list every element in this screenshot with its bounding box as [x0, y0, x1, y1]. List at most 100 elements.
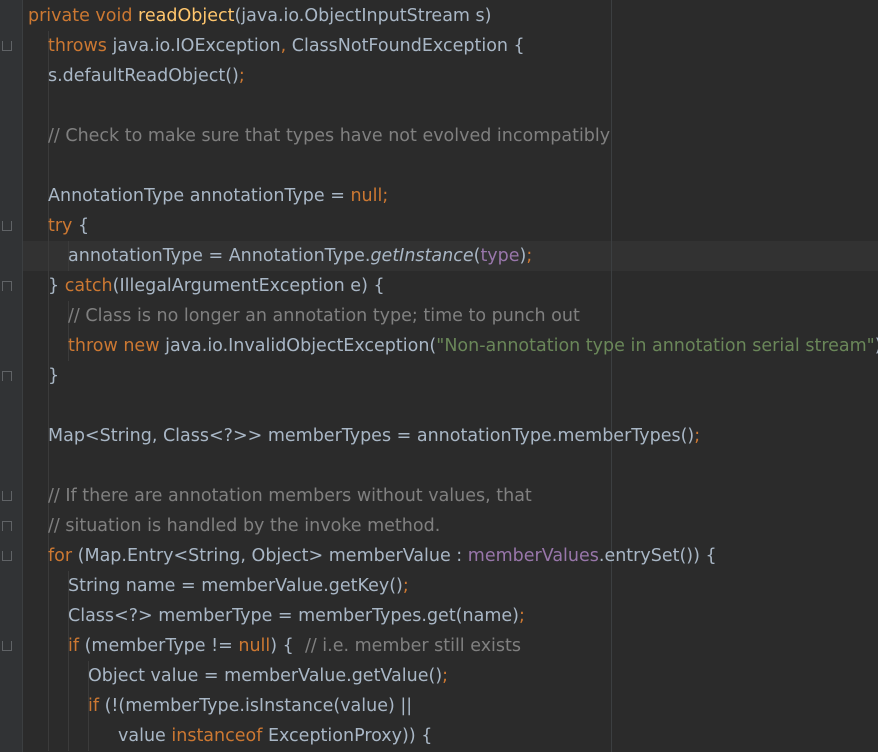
code-token: (IllegalArgumentException e) { — [112, 276, 385, 296]
fold-marker-icon[interactable] — [2, 551, 12, 561]
code-token: getInstance — [370, 246, 474, 266]
code-text: if (memberType != null) { // i.e. member… — [68, 631, 521, 661]
code-line[interactable]: Map<String, Class<?>> memberTypes = anno… — [0, 421, 878, 451]
code-token: Class<?> memberType = memberTypes.get(na… — [68, 606, 519, 626]
code-token: // Class is no longer an annotation type… — [68, 306, 580, 326]
indent-guide — [48, 241, 49, 271]
code-token: null — [238, 636, 271, 656]
code-line[interactable]: annotationType = AnnotationType.getInsta… — [0, 241, 878, 271]
code-line[interactable]: try { — [0, 211, 878, 241]
indent-guide — [48, 601, 49, 631]
code-token: // i.e. member still exists — [304, 636, 522, 656]
code-text: for (Map.Entry<String, Object> memberVal… — [48, 541, 717, 571]
code-line[interactable]: private void readObject(java.io.ObjectIn… — [0, 1, 878, 31]
code-token: ; — [238, 66, 245, 86]
code-text: AnnotationType annotationType = null; — [48, 181, 388, 211]
indent-guide — [48, 691, 49, 721]
code-text: String name = memberValue.getKey(); — [68, 571, 409, 601]
code-text: } — [48, 361, 59, 391]
indent-guide — [88, 721, 89, 751]
code-text: annotationType = AnnotationType.getInsta… — [68, 241, 532, 271]
indent-guide — [48, 661, 49, 691]
code-text: try { — [48, 211, 89, 241]
code-token: // Check to make sure that types have no… — [48, 126, 611, 146]
code-token: "Non-annotation type in annotation seria… — [436, 336, 875, 356]
code-text: if (!(memberType.isInstance(value) || — [88, 691, 412, 721]
code-line[interactable] — [0, 391, 878, 421]
code-text: value instanceof ExceptionProxy)) { — [118, 721, 432, 751]
code-line[interactable]: // Check to make sure that types have no… — [0, 121, 878, 151]
code-token: if — [88, 696, 105, 716]
indent-guide — [48, 451, 49, 481]
indent-guide — [48, 391, 49, 421]
code-text: s.defaultReadObject(); — [48, 61, 245, 91]
code-token: ; — [694, 426, 701, 446]
code-token: Object value = memberValue.getValue() — [88, 666, 443, 686]
code-token: java.io.IOException — [112, 36, 281, 56]
code-line[interactable]: if (memberType != null) { // i.e. member… — [0, 631, 878, 661]
code-token: , — [280, 36, 292, 56]
indent-guide — [48, 301, 49, 331]
code-text: } catch(IllegalArgumentException e) { — [48, 271, 385, 301]
code-token: ClassNotFoundException { — [291, 36, 525, 56]
code-token: AnnotationType annotationType = — [48, 186, 351, 206]
code-token: null; — [350, 186, 389, 206]
code-token: } — [48, 366, 60, 386]
code-line[interactable]: for (Map.Entry<String, Object> memberVal… — [0, 541, 878, 571]
indent-guide — [48, 721, 49, 751]
fold-marker-icon[interactable] — [2, 641, 12, 651]
code-token: { — [77, 216, 90, 236]
code-line[interactable]: throws java.io.IOException, ClassNotFoun… — [0, 31, 878, 61]
code-token: ; — [402, 576, 409, 596]
indent-guide — [68, 721, 69, 751]
code-line[interactable]: } catch(IllegalArgumentException e) { — [0, 271, 878, 301]
code-token: Map<String, Class<?>> memberTypes = anno… — [48, 426, 695, 446]
fold-marker-icon[interactable] — [2, 371, 12, 381]
code-line[interactable]: String name = memberValue.getKey(); — [0, 571, 878, 601]
code-editor[interactable]: private void readObject(java.io.ObjectIn… — [0, 0, 878, 752]
code-token: readObject — [138, 6, 235, 26]
indent-guide — [48, 571, 49, 601]
code-line[interactable]: Class<?> memberType = memberTypes.get(na… — [0, 601, 878, 631]
fold-marker-icon[interactable] — [2, 41, 12, 51]
code-line[interactable] — [0, 91, 878, 121]
code-token: private void — [28, 6, 139, 26]
fold-marker-icon[interactable] — [2, 281, 12, 291]
code-token: String name = memberValue.getKey() — [68, 576, 403, 596]
code-text: private void readObject(java.io.ObjectIn… — [28, 1, 491, 31]
fold-marker-icon[interactable] — [2, 221, 12, 231]
code-text: Map<String, Class<?>> memberTypes = anno… — [48, 421, 700, 451]
code-line[interactable] — [0, 451, 878, 481]
code-text: // situation is handled by the invoke me… — [48, 511, 440, 541]
code-token: try — [48, 216, 78, 236]
code-text: // Class is no longer an annotation type… — [68, 301, 580, 331]
code-token: // If there are annotation members witho… — [48, 486, 532, 506]
code-token: ; — [518, 606, 525, 626]
code-token: memberValues — [467, 546, 599, 566]
code-text: throws java.io.IOException, ClassNotFoun… — [48, 31, 525, 61]
code-line[interactable]: if (!(memberType.isInstance(value) || — [0, 691, 878, 721]
code-line[interactable]: s.defaultReadObject(); — [0, 61, 878, 91]
code-line[interactable]: } — [0, 361, 878, 391]
code-text: // Check to make sure that types have no… — [48, 121, 610, 151]
fold-marker-icon[interactable] — [2, 521, 12, 531]
code-line[interactable]: throw new java.io.InvalidObjectException… — [0, 331, 878, 361]
code-text: throw new java.io.InvalidObjectException… — [68, 331, 878, 361]
code-token: if — [68, 636, 85, 656]
code-line[interactable]: // situation is handled by the invoke me… — [0, 511, 878, 541]
code-line[interactable]: // If there are annotation members witho… — [0, 481, 878, 511]
code-line[interactable] — [0, 151, 878, 181]
code-token: ) { — [270, 636, 305, 656]
code-line[interactable]: value instanceof ExceptionProxy)) { — [0, 721, 878, 751]
code-line[interactable]: Object value = memberValue.getValue(); — [0, 661, 878, 691]
code-token: (Map.Entry<String, Object> memberValue : — [77, 546, 468, 566]
code-line[interactable]: AnnotationType annotationType = null; — [0, 181, 878, 211]
indent-guide — [68, 661, 69, 691]
fold-marker-icon[interactable] — [2, 491, 12, 501]
code-token: (memberType != — [84, 636, 239, 656]
code-text: Class<?> memberType = memberTypes.get(na… — [68, 601, 525, 631]
code-line[interactable]: // Class is no longer an annotation type… — [0, 301, 878, 331]
indent-guide — [48, 91, 49, 121]
code-token: instanceof — [171, 726, 268, 746]
code-token: ; — [526, 246, 533, 266]
